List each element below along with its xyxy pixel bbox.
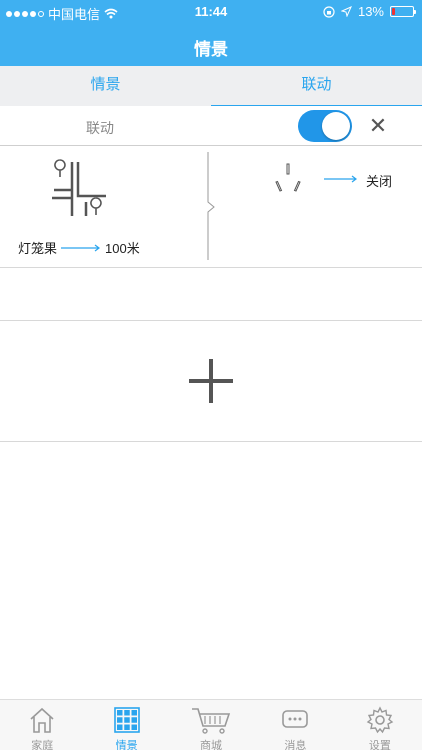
- linkage-header-row: 联动: [0, 106, 422, 146]
- bottom-tab-messages[interactable]: 消息: [253, 700, 337, 750]
- divider-chevron: [207, 152, 215, 260]
- bottom-tab-label: 商城: [200, 740, 223, 750]
- battery-icon: [390, 6, 416, 17]
- location-icon: [340, 6, 352, 17]
- add-icon[interactable]: [189, 359, 233, 403]
- light-off-icon: [275, 163, 301, 192]
- bottom-tab-label: 家庭: [31, 740, 54, 750]
- navigation-bar: 中国电信 11:44 13% 情景: [0, 0, 422, 66]
- close-icon[interactable]: ✕: [366, 112, 390, 140]
- grid-icon: [113, 707, 140, 733]
- battery-level-fill: [392, 8, 395, 15]
- bottom-tab-bar: 家庭 情景 商城 消息 设置: [0, 699, 422, 750]
- settings-icon: [366, 706, 394, 734]
- condition-device: 灯笼果: [18, 241, 58, 256]
- status-right: 13%: [323, 4, 416, 19]
- page-title: 情景: [194, 40, 228, 59]
- arrow-right-icon: [324, 175, 357, 183]
- map-location-icon: [52, 159, 106, 216]
- linkage-label: 联动: [86, 120, 114, 136]
- condition-value: 100米: [105, 241, 140, 256]
- tab-scene[interactable]: 情景: [0, 66, 211, 106]
- segment-tabs: 情景 联动: [0, 66, 422, 108]
- tab-linkage[interactable]: 联动: [211, 66, 422, 108]
- bottom-tab-label: 设置: [368, 740, 391, 750]
- empty-row: [0, 268, 422, 321]
- bottom-tab-label: 消息: [284, 740, 307, 750]
- status-bar: 中国电信 11:44 13%: [0, 0, 422, 22]
- action-value: 关闭: [366, 174, 393, 189]
- cart-icon: [192, 708, 231, 734]
- bottom-tab-scene[interactable]: 情景: [84, 700, 168, 750]
- arrow-right-icon: [61, 244, 101, 251]
- linkage-toggle[interactable]: [298, 110, 352, 142]
- condition-text: 灯笼果 100米: [18, 238, 140, 257]
- bottom-tab-label: 情景: [115, 740, 138, 750]
- home-icon: [30, 707, 54, 733]
- bottom-tab-settings[interactable]: 设置: [338, 700, 422, 750]
- bottom-tab-home[interactable]: 家庭: [0, 700, 84, 750]
- battery-percent: 13%: [357, 4, 384, 19]
- message-icon: [282, 710, 309, 728]
- linkage-rule-card[interactable]: 灯笼果 100米 关闭: [0, 146, 422, 268]
- bottom-tab-shop[interactable]: 商城: [169, 700, 253, 750]
- add-linkage-row[interactable]: [0, 321, 422, 442]
- orientation-lock-icon: [323, 5, 335, 18]
- toggle-knob: [322, 112, 350, 140]
